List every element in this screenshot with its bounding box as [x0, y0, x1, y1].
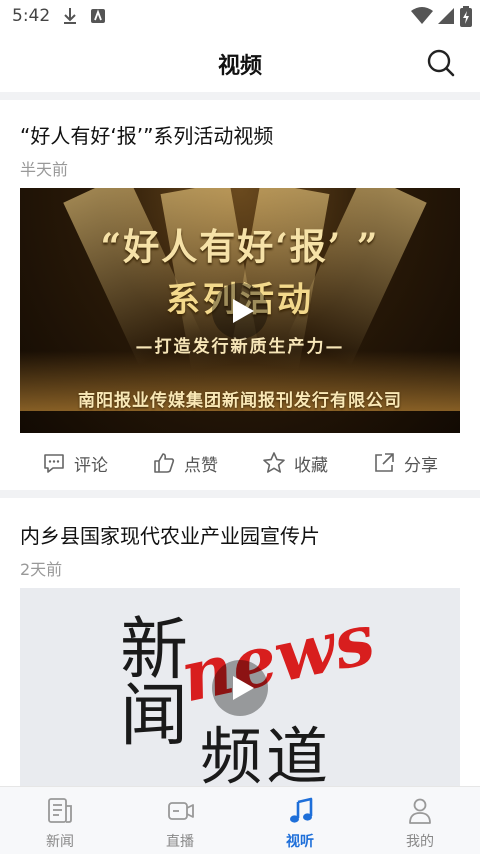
share-icon	[375, 453, 394, 472]
wifi-icon	[410, 6, 434, 30]
page-title: 视频	[217, 54, 262, 79]
action-bar: 评论 点赞 收藏 分享	[0, 435, 480, 491]
nav-label: 我的	[406, 834, 434, 850]
music-note-icon	[290, 797, 313, 823]
play-button[interactable]	[212, 660, 268, 716]
favorite-button[interactable]: 收藏	[262, 435, 328, 491]
nav-label: 新闻	[46, 834, 74, 850]
status-bar: 5:42	[0, 0, 480, 34]
favorite-label: 收藏	[294, 455, 328, 476]
like-button[interactable]: 点赞	[152, 435, 218, 491]
nav-item-live[interactable]: 直播	[120, 787, 240, 854]
share-button[interactable]: 分享	[372, 435, 438, 491]
search-button[interactable]	[426, 48, 456, 78]
bottom-nav: 新闻 直播 视听 我的	[0, 786, 480, 854]
divider	[0, 92, 480, 100]
video-title: “好人有好‘报’”系列活动视频	[20, 124, 274, 148]
video-thumbnail[interactable]: 新 闻 news 频道	[20, 588, 460, 788]
video-thumbnail[interactable]: “好人有好‘报’ ” 系列活动 —打造发行新质生产力— 南阳报业传媒集团新闻报刊…	[20, 188, 460, 433]
play-icon	[233, 298, 254, 323]
status-time: 5:42	[12, 6, 51, 26]
live-icon	[168, 802, 194, 820]
comment-button[interactable]: 评论	[42, 435, 108, 491]
nav-item-audiovisual[interactable]: 视听	[240, 787, 360, 854]
person-icon	[409, 798, 431, 824]
video-card[interactable]: 内乡县国家现代农业产业园宣传片 2天前 新 闻 news 频道	[0, 498, 480, 788]
play-icon	[233, 676, 254, 700]
video-time: 半天前	[20, 160, 69, 179]
thumbnail-text-rest: 频道	[200, 720, 333, 788]
signal-icon	[436, 6, 456, 30]
comment-icon	[44, 454, 64, 473]
share-label: 分享	[404, 455, 438, 476]
download-icon	[62, 6, 78, 30]
divider	[0, 490, 480, 498]
news-icon	[48, 798, 72, 823]
thumbnail-text-news: news	[173, 596, 382, 719]
search-icon	[427, 49, 455, 77]
thumbs-up-icon	[154, 453, 175, 473]
star-icon	[263, 452, 285, 473]
nav-label: 直播	[166, 834, 194, 850]
nav-item-profile[interactable]: 我的	[360, 787, 480, 854]
thumbnail-company: 南阳报业传媒集团新闻报刊发行有限公司	[78, 391, 402, 411]
battery-icon	[460, 6, 472, 32]
play-button[interactable]	[212, 282, 268, 339]
nav-label: 视听	[286, 834, 314, 850]
video-title: 内乡县国家现代农业产业园宣传片	[20, 524, 320, 548]
like-label: 点赞	[184, 455, 218, 476]
video-card[interactable]: “好人有好‘报’”系列活动视频 半天前 “好人有好‘报’ ” 系列活动 —打造发…	[0, 100, 480, 490]
comment-label: 评论	[74, 455, 108, 476]
video-time: 2天前	[20, 560, 63, 579]
app-header: 视频	[0, 34, 480, 90]
thumbnail-headline: “好人有好‘报’ ”	[100, 226, 380, 268]
nav-item-news[interactable]: 新闻	[0, 787, 120, 854]
app-notification-icon	[90, 6, 106, 30]
